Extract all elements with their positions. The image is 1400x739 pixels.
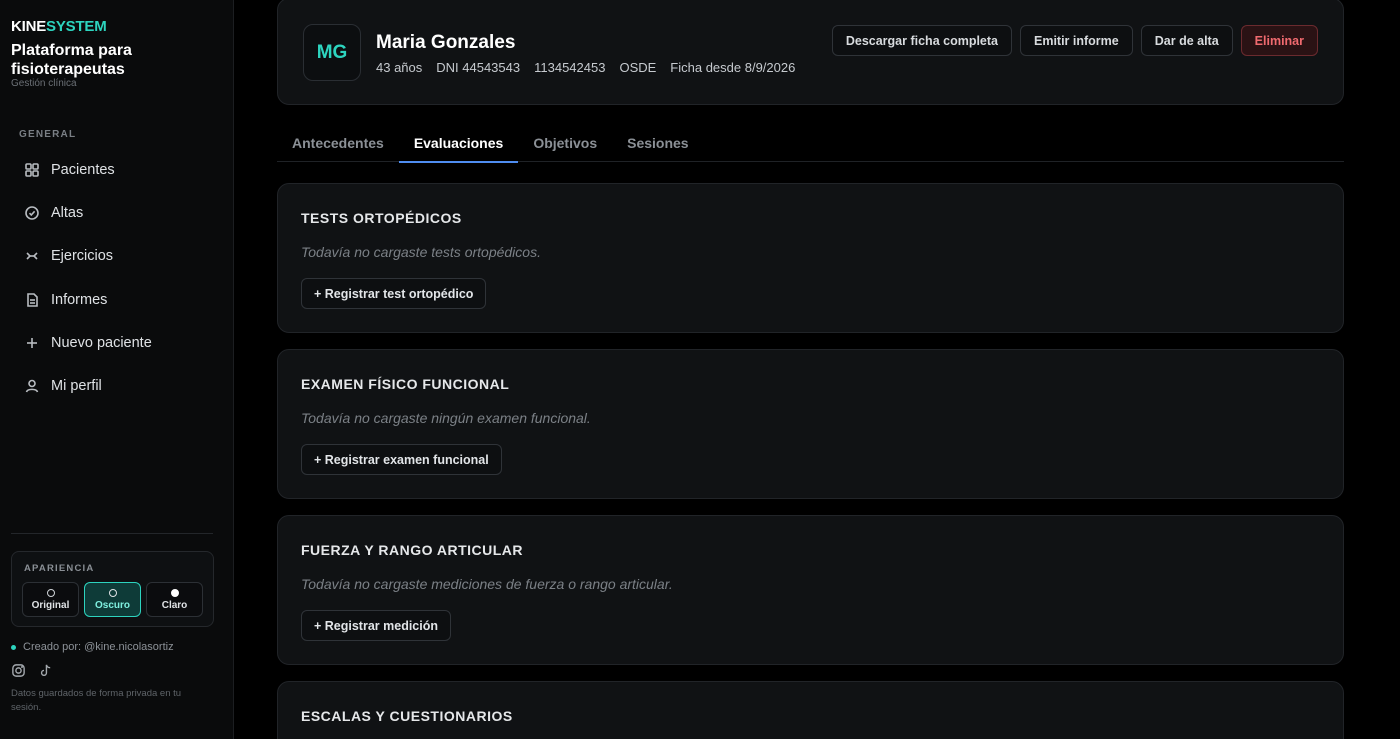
empty-state-text: Todavía no cargaste tests ortopédicos.: [301, 244, 541, 260]
sidebar: KINESYSTEM Plataforma para fisioterapeut…: [0, 0, 234, 739]
user-icon: [23, 378, 40, 395]
sidebar-item-nuevo-paciente[interactable]: Nuevo paciente: [0, 321, 234, 364]
add-measurement-button[interactable]: + Registrar medición: [301, 610, 451, 641]
section-title: EXAMEN FÍSICO FUNCIONAL: [301, 376, 510, 392]
patient-actions: Descargar ficha completa Emitir informe …: [831, 25, 1318, 56]
sidebar-divider: [11, 533, 213, 534]
add-functional-exam-button[interactable]: + Registrar examen funcional: [301, 444, 502, 475]
sidebar-item-label: Pacientes: [51, 161, 115, 178]
functional-exam-panel: EXAMEN FÍSICO FUNCIONAL Todavía no carga…: [277, 349, 1344, 499]
patient-header-card: MG Maria Gonzales 43 años DNI 44543543 1…: [277, 0, 1344, 105]
tab-objetivos[interactable]: Objetivos: [518, 124, 612, 162]
sidebar-item-label: Informes: [51, 291, 108, 308]
sidebar-nav: Pacientes Altas Ejercicios Informes Nuev…: [0, 148, 234, 408]
sidebar-item-mi-perfil[interactable]: Mi perfil: [0, 364, 234, 407]
sidebar-item-ejercicios[interactable]: Ejercicios: [0, 235, 234, 278]
status-dot-icon: [11, 644, 16, 650]
theme-dot-icon: [108, 588, 117, 597]
theme-label: Claro: [161, 599, 188, 611]
scales-questionnaires-panel: ESCALAS Y CUESTIONARIOS: [277, 681, 1344, 739]
patient-insurance: OSDE: [619, 60, 657, 75]
empty-state-text: Todavía no cargaste mediciones de fuerza…: [301, 576, 673, 592]
brand-part-1: KINE: [11, 18, 47, 35]
grid-icon: [23, 161, 40, 178]
section-title: ESCALAS Y CUESTIONARIOS: [301, 708, 513, 724]
brand-subtitle: Gestión clínica: [11, 78, 77, 89]
tab-antecedentes[interactable]: Antecedentes: [277, 124, 399, 162]
sidebar-item-label: Altas: [51, 204, 84, 221]
patient-phone: 1134542453: [534, 60, 606, 75]
tab-evaluaciones[interactable]: Evaluaciones: [398, 124, 519, 163]
theme-oscuro-button[interactable]: Oscuro: [84, 582, 141, 617]
empty-state-text: Todavía no cargaste ningún examen funcio…: [301, 410, 591, 426]
orthopedic-tests-panel: TESTS ORTOPÉDICOS Todavía no cargaste te…: [277, 183, 1344, 333]
patient-since: Ficha desde 8/9/2026: [670, 60, 796, 75]
privacy-note: Datos guardados de forma privada en tu s…: [11, 688, 182, 713]
sidebar-item-informes[interactable]: Informes: [0, 278, 234, 321]
appearance-title: APARIENCIA: [24, 563, 95, 574]
document-icon: [23, 291, 40, 308]
tab-sesiones[interactable]: Sesiones: [612, 124, 703, 162]
theme-original-button[interactable]: Original: [22, 582, 79, 617]
theme-label: Oscuro: [94, 599, 130, 611]
theme-dot-icon: [46, 588, 55, 597]
patient-age: 43 años: [376, 60, 423, 75]
patient-meta: 43 años DNI 44543543 1134542453 OSDE Fic…: [376, 60, 795, 75]
add-orthopedic-test-button[interactable]: + Registrar test ortopédico: [301, 278, 487, 309]
appearance-panel: APARIENCIA Original Oscuro Claro: [11, 551, 214, 627]
patient-name: Maria Gonzales: [376, 32, 516, 53]
exercise-icon: [23, 248, 40, 265]
issue-report-button[interactable]: Emitir informe: [1020, 25, 1133, 56]
theme-dot-icon: [170, 588, 179, 597]
patient-tabs: Antecedentes Evaluaciones Objetivos Sesi…: [277, 124, 1344, 163]
nav-section-label: GENERAL: [19, 129, 77, 140]
brand-tagline: Plataforma para fisioterapeutas: [11, 42, 132, 78]
credit-text: Creado por: @kine.nicolasortiz: [23, 641, 174, 653]
section-title: FUERZA Y RANGO ARTICULAR: [301, 542, 523, 558]
brand-part-2: SYSTEM: [46, 18, 107, 35]
theme-switcher: Original Oscuro Claro: [22, 582, 203, 617]
avatar: MG: [303, 24, 361, 81]
sidebar-item-label: Mi perfil: [51, 378, 102, 395]
credit-line: Creado por: @kine.nicolasortiz: [11, 641, 174, 653]
tiktok-icon[interactable]: [38, 663, 53, 678]
discharge-button[interactable]: Dar de alta: [1140, 25, 1233, 56]
sidebar-item-pacientes[interactable]: Pacientes: [0, 148, 234, 191]
sidebar-item-label: Ejercicios: [51, 248, 114, 265]
check-circle-icon: [23, 204, 40, 221]
section-title: TESTS ORTOPÉDICOS: [301, 210, 462, 226]
sidebar-item-label: Nuevo paciente: [51, 334, 152, 351]
social-links: [11, 663, 53, 678]
download-file-button[interactable]: Descargar ficha completa: [831, 25, 1012, 56]
patient-dni: DNI 44543543: [436, 60, 521, 75]
delete-button[interactable]: Eliminar: [1240, 25, 1318, 56]
strength-range-panel: FUERZA Y RANGO ARTICULAR Todavía no carg…: [277, 515, 1344, 665]
sidebar-item-altas[interactable]: Altas: [0, 191, 234, 234]
brand-logo[interactable]: KINESYSTEM: [11, 18, 107, 35]
plus-icon: [23, 334, 40, 351]
instagram-icon[interactable]: [11, 663, 26, 678]
theme-claro-button[interactable]: Claro: [146, 582, 203, 617]
theme-label: Original: [31, 599, 70, 611]
